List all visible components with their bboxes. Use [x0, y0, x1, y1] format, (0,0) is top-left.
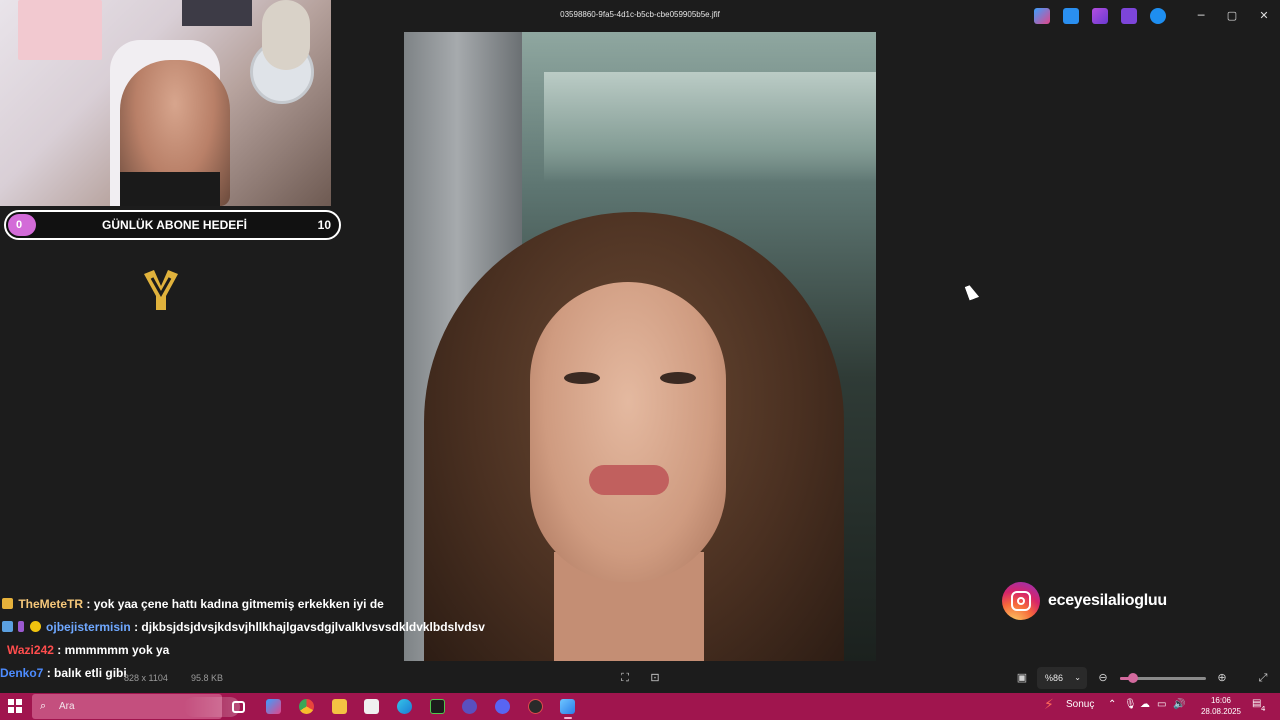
maximize-button[interactable]: ▢ — [1217, 6, 1247, 26]
webcam-streamer-top — [120, 172, 220, 206]
chrome-icon[interactable] — [299, 699, 314, 714]
instagram-icon — [1002, 582, 1040, 620]
photo-eye-right — [660, 372, 696, 384]
volume-icon[interactable]: 🔊 — [1173, 699, 1185, 710]
chevron-down-icon: ⌄ — [1074, 673, 1081, 682]
enhance-icon[interactable]: ⊡ — [646, 669, 664, 687]
cloud-icon[interactable]: ☁ — [1140, 699, 1150, 710]
chat-text: : yok yaa çene hattı kadına gitmemiş erk… — [86, 597, 384, 611]
copilot-taskbar-icon[interactable] — [266, 699, 281, 714]
image-dimensions: 828 x 1104 — [124, 673, 168, 683]
webcam-feed — [0, 0, 331, 206]
search-placeholder: Ara — [59, 701, 75, 712]
notification-count: 4 — [1261, 705, 1266, 713]
store-icon[interactable] — [364, 699, 379, 714]
clock-date: 28.08.2025 — [1200, 707, 1242, 716]
chat-badge-icon — [29, 621, 41, 632]
designer-icon[interactable] — [1121, 8, 1137, 24]
zoom-value: %86 — [1045, 673, 1064, 683]
clock-time: 16:06 — [1210, 696, 1232, 705]
webcam-shelf — [182, 0, 252, 26]
zoom-slider[interactable] — [1120, 673, 1206, 683]
chat-message: TheMeteTR : yok yaa çene hattı kadına gi… — [2, 597, 384, 611]
weather-icon: ⚡ — [1044, 697, 1054, 713]
crop-icon[interactable]: ⛶ — [616, 669, 634, 687]
webcam-microphone — [262, 0, 310, 70]
photo-lips — [589, 465, 669, 495]
chat-badge-icon — [2, 598, 13, 609]
start-button-icon[interactable] — [8, 699, 22, 713]
close-button[interactable]: ✕ — [1249, 6, 1279, 26]
channel-logo-icon — [144, 270, 178, 310]
search-icon: ⌕ — [40, 699, 47, 712]
fit-icon[interactable]: ▣ — [1013, 669, 1031, 687]
terminal-icon[interactable] — [430, 699, 445, 714]
chat-text: : djkbsjdsjdvsjkdsvjhllkhajlgavsdgjlvalk… — [134, 620, 485, 634]
active-app-indicator — [564, 717, 572, 719]
goal-label: GÜNLÜK ABONE HEDEFİ — [102, 218, 247, 232]
titlebar-app-icons — [1034, 8, 1166, 24]
edit-icon[interactable] — [1063, 8, 1079, 24]
chat-username: TheMeteTR — [18, 597, 84, 611]
taskbar-search[interactable]: ⌕ Ara — [32, 694, 240, 719]
webcam-poster — [18, 0, 102, 60]
notification-icon[interactable]: ▤ 4 — [1252, 698, 1268, 714]
chat-badge-icon — [18, 621, 25, 632]
file-explorer-icon[interactable] — [332, 699, 347, 714]
chat-message: Wazi242 : mmmmmm yok ya — [7, 643, 169, 657]
minimize-button[interactable]: ─ — [1186, 6, 1216, 26]
photo-canvas[interactable] — [404, 32, 876, 661]
copilot-icon[interactable] — [1034, 8, 1050, 24]
subscriber-goal-bar: 0 GÜNLÜK ABONE HEDEFİ 10 — [4, 210, 341, 240]
dark-app-icon[interactable] — [528, 699, 543, 714]
chat-message: ojbejistermisin : djkbsjdsjdvsjkdsvjhllk… — [2, 620, 485, 634]
photo-ceiling-light — [544, 72, 876, 182]
photo-face — [530, 282, 726, 582]
zoom-in-icon[interactable]: ⊕ — [1213, 669, 1231, 687]
chat-username: Wazi242 — [7, 643, 54, 657]
file-size: 95.8 KB — [191, 673, 224, 683]
mouse-cursor-icon — [964, 283, 980, 301]
tray-chevron-icon[interactable]: ⌃ — [1108, 699, 1116, 710]
zoom-slider-thumb[interactable] — [1127, 673, 1138, 683]
edge-icon[interactable] — [397, 699, 412, 714]
viewer-status-bar: 828 x 1104 95.8 KB ⛶ ⊡ ▣ %86 ⌄ ⊖ ⊕ ⤢ — [0, 663, 1280, 693]
obs-icon[interactable] — [462, 699, 477, 714]
discord-icon[interactable] — [495, 699, 510, 714]
photos-icon[interactable] — [560, 699, 575, 714]
goal-target: 10 — [317, 218, 331, 232]
zoom-out-icon[interactable]: ⊖ — [1094, 669, 1112, 687]
chat-badge-icon — [2, 621, 13, 632]
taskbar-clock[interactable]: 16:06 28.08.2025 — [1198, 695, 1244, 717]
weather-text: Sonuç — [1066, 699, 1095, 710]
clipchamp-icon[interactable] — [1092, 8, 1108, 24]
task-view-icon[interactable] — [232, 701, 245, 713]
onedrive-icon[interactable] — [1150, 8, 1166, 24]
photo-eye-left — [564, 372, 600, 384]
window-title: 03598860-9fa5-4d1c-b5cb-cbe059905b5e.jfi… — [560, 10, 720, 19]
instagram-tag: eceyesilaliogluu — [1002, 582, 1167, 620]
windows-taskbar: ⌕ Ara ⚡ Sonuç ⌃ 🎙 ☁ ▭ 🔊 16:06 28.08.2025… — [0, 693, 1280, 720]
photos-app-window: 03598860-9fa5-4d1c-b5cb-cbe059905b5e.jfi… — [0, 0, 1280, 693]
zoom-dropdown[interactable]: %86 ⌄ — [1037, 667, 1087, 689]
instagram-handle: eceyesilaliogluu — [1048, 592, 1167, 609]
microphone-icon[interactable]: 🎙 — [1124, 699, 1137, 710]
network-icon[interactable]: ▭ — [1157, 699, 1166, 710]
fullscreen-icon[interactable]: ⤢ — [1254, 669, 1272, 687]
chat-text: : mmmmmm yok ya — [57, 643, 170, 657]
chat-username: ojbejistermisin — [46, 620, 131, 634]
